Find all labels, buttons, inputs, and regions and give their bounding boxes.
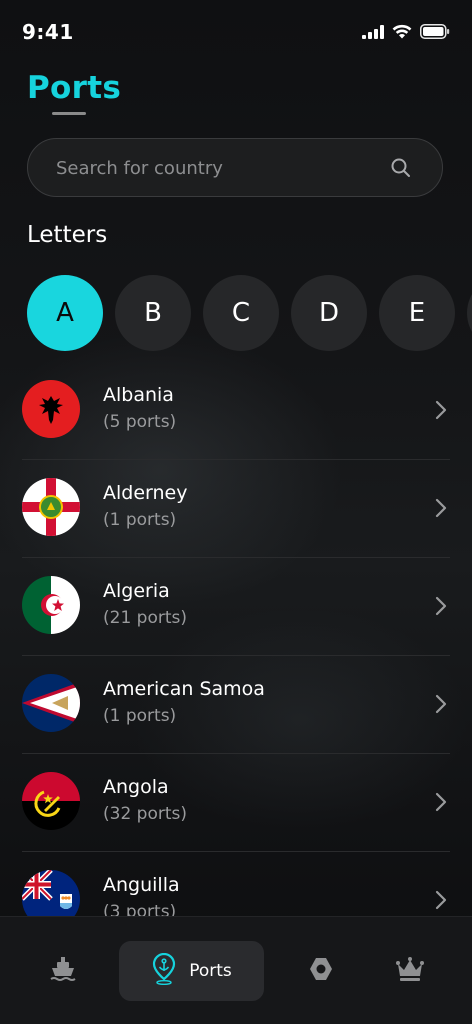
letters-heading: Letters (27, 222, 108, 248)
algeria-flag-icon (22, 576, 80, 634)
search-icon[interactable] (390, 157, 412, 179)
nav-item-services[interactable] (296, 941, 346, 1001)
country-row-albania[interactable]: Albania (5 ports) (22, 362, 450, 460)
port-count: (21 ports) (103, 608, 188, 628)
letter-chip-e[interactable]: E (379, 275, 455, 351)
country-name: American Samoa (103, 678, 265, 700)
port-count: (32 ports) (103, 804, 188, 824)
country-list: Albania (5 ports) Alderney (1 ports) Alg… (0, 362, 472, 949)
letter-chip-a[interactable]: A (27, 275, 103, 351)
albania-flag-icon (22, 380, 80, 438)
chevron-right-icon (434, 889, 448, 911)
nav-label-ports: Ports (189, 961, 232, 981)
search-box[interactable] (27, 138, 443, 198)
ship-icon (49, 955, 77, 987)
alderney-flag-icon (22, 478, 80, 536)
nav-item-ships[interactable] (38, 941, 88, 1001)
battery-icon (420, 24, 450, 43)
status-icons (362, 24, 450, 43)
signal-icon (362, 24, 384, 43)
angola-flag-icon (22, 772, 80, 830)
country-name: Albania (103, 384, 174, 406)
country-name: Algeria (103, 580, 170, 602)
bottom-nav: Ports (0, 916, 472, 1024)
title-underline (52, 112, 86, 115)
country-row-angola[interactable]: Angola (32 ports) (22, 754, 450, 852)
letter-chip-d[interactable]: D (291, 275, 367, 351)
chevron-right-icon (434, 693, 448, 715)
country-row-alderney[interactable]: Alderney (1 ports) (22, 460, 450, 558)
chevron-right-icon (434, 791, 448, 813)
crown-icon (395, 955, 425, 987)
letter-chip-b[interactable]: B (115, 275, 191, 351)
hexagon-nut-icon (307, 955, 335, 987)
page-title: Ports (27, 70, 122, 106)
country-name: Anguilla (103, 874, 180, 896)
status-time: 9:41 (22, 20, 74, 44)
ports-screen: 9:41 Ports Search for country Letters A … (0, 0, 472, 1024)
country-row-american-samoa[interactable]: American Samoa (1 ports) (22, 656, 450, 754)
letter-chip-c[interactable]: C (203, 275, 279, 351)
nav-item-ports[interactable]: Ports (119, 941, 264, 1001)
port-count: (5 ports) (103, 412, 177, 432)
port-pin-icon (151, 952, 177, 989)
chevron-right-icon (434, 399, 448, 421)
american-samoa-flag-icon (22, 674, 80, 732)
country-row-algeria[interactable]: Algeria (21 ports) (22, 558, 450, 656)
chevron-right-icon (434, 595, 448, 617)
country-name: Angola (103, 776, 169, 798)
nav-item-premium[interactable] (385, 941, 435, 1001)
wifi-icon (392, 24, 412, 43)
port-count: (1 ports) (103, 510, 177, 530)
country-name: Alderney (103, 482, 188, 504)
status-bar: 9:41 (0, 0, 472, 66)
letter-chip-next[interactable] (467, 275, 472, 351)
search-input[interactable] (54, 139, 398, 198)
port-count: (1 ports) (103, 706, 177, 726)
chevron-right-icon (434, 497, 448, 519)
letters-row: A B C D E (27, 275, 472, 351)
